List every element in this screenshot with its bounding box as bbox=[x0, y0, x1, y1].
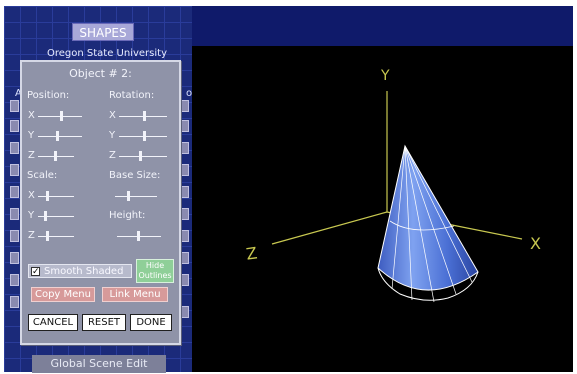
link-menu-button[interactable]: Link Menu bbox=[102, 287, 168, 302]
side-button[interactable] bbox=[10, 296, 19, 308]
smooth-shaded-checkbox[interactable]: ✓ bbox=[31, 267, 40, 277]
dialog-title: Object # 2: bbox=[69, 67, 132, 80]
rotation-x-slider[interactable]: X bbox=[109, 110, 171, 122]
cancel-button[interactable]: CANCEL bbox=[28, 314, 78, 331]
cone-shape[interactable] bbox=[377, 144, 479, 303]
done-button[interactable]: DONE bbox=[130, 314, 172, 331]
slider-thumb[interactable] bbox=[46, 191, 49, 201]
side-button[interactable] bbox=[180, 142, 189, 154]
height-slider[interactable] bbox=[117, 230, 169, 242]
copy-menu-button[interactable]: Copy Menu bbox=[31, 287, 95, 302]
position-x-slider[interactable]: X bbox=[28, 110, 88, 122]
side-button[interactable] bbox=[10, 252, 19, 264]
rotation-label: Rotation: bbox=[109, 90, 155, 101]
base-size-label: Base Size: bbox=[109, 170, 161, 181]
side-button[interactable] bbox=[10, 164, 19, 176]
position-label: Position: bbox=[27, 90, 70, 101]
slider-thumb[interactable] bbox=[139, 151, 142, 161]
app-subtitle: Oregon State University bbox=[47, 48, 167, 59]
side-button[interactable] bbox=[180, 120, 189, 132]
top-strip bbox=[192, 6, 573, 46]
app-title: SHAPES bbox=[72, 23, 134, 41]
rotation-z-slider[interactable]: Z bbox=[109, 150, 171, 162]
scale-z-slider[interactable]: Z bbox=[28, 230, 88, 242]
side-button[interactable] bbox=[180, 306, 189, 318]
side-button[interactable] bbox=[10, 100, 19, 112]
base-size-slider[interactable] bbox=[115, 190, 171, 202]
side-button[interactable] bbox=[10, 142, 19, 154]
slider-thumb[interactable] bbox=[44, 211, 47, 221]
height-label: Height: bbox=[109, 210, 146, 221]
z-axis-line bbox=[271, 211, 388, 245]
object-edit-dialog: Object # 2: Position: Rotation: X Y Z X … bbox=[20, 60, 181, 345]
side-button[interactable] bbox=[180, 164, 189, 176]
rotation-y-slider[interactable]: Y bbox=[109, 130, 171, 142]
z-axis-label: Z bbox=[245, 243, 259, 263]
side-button[interactable] bbox=[10, 274, 19, 286]
side-button[interactable] bbox=[180, 274, 189, 286]
side-button[interactable] bbox=[10, 208, 19, 220]
smooth-shaded-toggle[interactable]: ✓ Smooth Shaded bbox=[28, 264, 132, 278]
hide-outlines-button[interactable]: Hide Outlines bbox=[136, 259, 174, 283]
global-scene-edit-tab[interactable]: Global Scene Edit bbox=[32, 355, 166, 373]
reset-button[interactable]: RESET bbox=[82, 314, 126, 331]
side-button[interactable] bbox=[180, 208, 189, 220]
x-axis-label: X bbox=[530, 234, 541, 253]
side-button[interactable] bbox=[10, 230, 19, 242]
scale-x-slider[interactable]: X bbox=[28, 190, 88, 202]
slider-thumb[interactable] bbox=[137, 231, 140, 241]
scale-label: Scale: bbox=[27, 170, 58, 181]
slider-thumb[interactable] bbox=[143, 131, 146, 141]
side-button[interactable] bbox=[180, 186, 189, 198]
side-button[interactable] bbox=[10, 120, 19, 132]
scale-y-slider[interactable]: Y bbox=[28, 210, 88, 222]
slider-thumb[interactable] bbox=[143, 111, 146, 121]
side-button[interactable] bbox=[180, 230, 189, 242]
slider-thumb[interactable] bbox=[46, 231, 49, 241]
side-button[interactable] bbox=[180, 252, 189, 264]
position-z-slider[interactable]: Z bbox=[28, 150, 88, 162]
slider-thumb[interactable] bbox=[56, 131, 59, 141]
side-button[interactable] bbox=[10, 186, 19, 198]
position-y-slider[interactable]: Y bbox=[28, 130, 88, 142]
app-window: SHAPES Oregon State University A o Y Z X… bbox=[0, 0, 577, 374]
smooth-shaded-label: Smooth Shaded bbox=[44, 266, 124, 277]
3d-viewport[interactable]: Y Z X bbox=[192, 46, 573, 372]
y-axis-label: Y bbox=[380, 68, 390, 84]
scene-svg: Y Z X bbox=[245, 68, 541, 303]
slider-thumb[interactable] bbox=[127, 191, 130, 201]
side-button[interactable] bbox=[180, 100, 189, 112]
slider-thumb[interactable] bbox=[54, 151, 57, 161]
slider-thumb[interactable] bbox=[60, 111, 63, 121]
